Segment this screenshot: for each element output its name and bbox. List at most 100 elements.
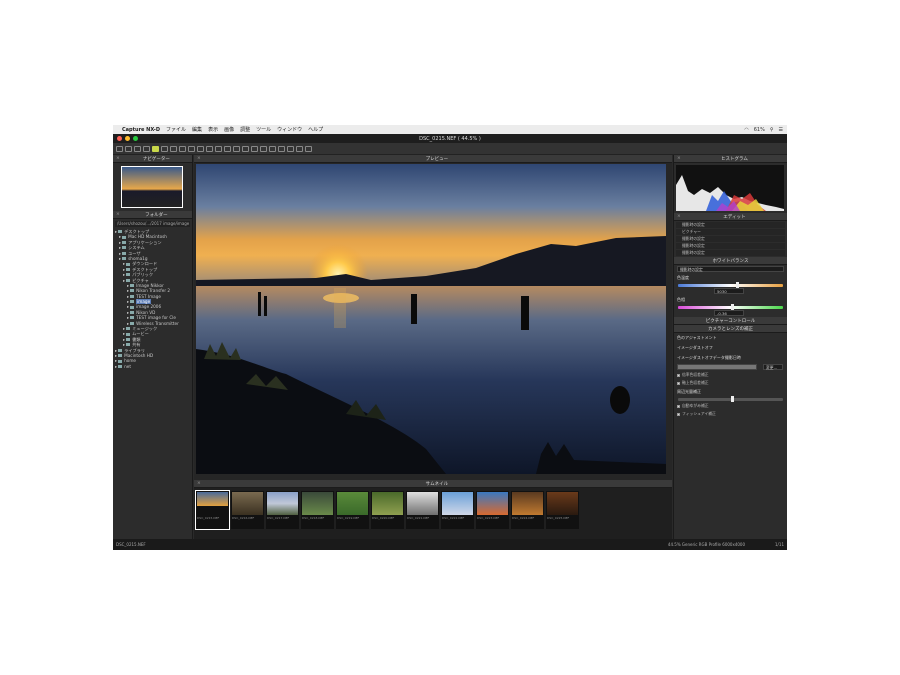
preview-image[interactable] <box>196 164 666 474</box>
thumbnail-caption: DSC_0225.NEF <box>547 516 570 520</box>
rating-icon[interactable] <box>305 145 312 152</box>
disclosure-triangle-icon[interactable]: ▸ <box>123 278 125 283</box>
change-button[interactable]: 変更... <box>763 364 783 370</box>
tint-slider[interactable] <box>678 304 783 310</box>
lens-correction-header[interactable]: カメラとレンズの補正 <box>674 325 787 333</box>
folder-icon[interactable] <box>116 145 123 152</box>
fisheye-label: フィッシュアイ補正 <box>682 411 716 416</box>
edit-row[interactable]: 撮影時の設定 <box>676 250 785 256</box>
disclosure-triangle-icon[interactable]: ▸ <box>127 321 129 326</box>
fisheye-checkbox[interactable]: フィッシュアイ補正 <box>674 410 787 418</box>
rotate-left-icon[interactable] <box>242 145 249 152</box>
thumbnail-view-icon[interactable] <box>152 145 159 152</box>
checkbox-box[interactable] <box>677 373 680 377</box>
mac-menubar: Capture NX-D ファイル 編集 表示 画像 調整 ツール ウィンドウ … <box>113 125 787 134</box>
thumbnail-image <box>197 492 228 515</box>
checkbox-box[interactable] <box>677 381 680 385</box>
filmstrip-thumbnail[interactable]: DSC_0216.NEF <box>231 491 264 529</box>
filmstrip-thumbnail[interactable]: DSC_0225.NEF <box>546 491 579 529</box>
forward-icon[interactable] <box>134 145 141 152</box>
menu-app-name[interactable]: Capture NX-D <box>122 127 160 133</box>
filmstrip-thumbnail[interactable]: DSC_0222.NEF <box>441 491 474 529</box>
fullscreen-icon[interactable] <box>170 145 177 152</box>
notification-icon[interactable]: ☰ <box>779 127 783 133</box>
folder-path[interactable]: /Users/shozou/.../2017 image/image <box>115 221 190 227</box>
folder-tree-item[interactable]: ▸ net <box>115 364 192 369</box>
temperature-value[interactable]: 5030 <box>714 288 744 294</box>
preview-title: プレビュー <box>425 156 449 162</box>
eyedropper-icon[interactable] <box>269 145 276 152</box>
filmstrip-thumbnail[interactable]: DSC_0220.NEF <box>371 491 404 529</box>
browser-icon[interactable] <box>143 145 150 152</box>
menu-edit[interactable]: 編集 <box>192 126 202 133</box>
close-panel-icon[interactable]: × <box>677 156 681 161</box>
vignette-knob[interactable] <box>730 396 734 402</box>
rotate-right-icon[interactable] <box>251 145 258 152</box>
filmstrip-thumbnail[interactable]: DSC_0224.NEF <box>511 491 544 529</box>
hand-icon[interactable] <box>260 145 267 152</box>
filmstrip-thumbnail[interactable]: DSC_0219.NEF <box>336 491 369 529</box>
close-panel-icon[interactable]: × <box>677 214 681 219</box>
brush-icon[interactable] <box>278 145 285 152</box>
dust-off-field[interactable] <box>677 364 757 370</box>
menu-view[interactable]: 表示 <box>208 126 218 133</box>
edit-row[interactable]: 撮影時の設定 <box>676 222 785 228</box>
thumbnail-image <box>232 492 263 515</box>
disclosure-triangle-icon[interactable]: ▸ <box>115 229 117 234</box>
menu-help[interactable]: ヘルプ <box>308 126 323 133</box>
crop-icon[interactable] <box>224 145 231 152</box>
menu-tools[interactable]: ツール <box>256 126 271 133</box>
close-panel-icon[interactable]: × <box>116 156 120 161</box>
edit-row[interactable]: 撮影時の設定 <box>676 236 785 242</box>
back-icon[interactable] <box>125 145 132 152</box>
edit-title: エディット <box>723 214 746 220</box>
vignette-slider[interactable] <box>678 396 783 402</box>
lateral-ca-checkbox[interactable]: 倍率色収差補正 <box>674 371 787 379</box>
close-panel-icon[interactable]: × <box>197 481 201 486</box>
menu-window[interactable]: ウィンドウ <box>277 126 302 133</box>
filmstrip-thumbnail[interactable]: DSC_0218.NEF <box>301 491 334 529</box>
thumbnail-caption: DSC_0215.NEF <box>197 516 220 520</box>
menu-image[interactable]: 画像 <box>224 126 234 133</box>
filmstrip-icon[interactable] <box>197 145 204 152</box>
status-bar: DSC_0215.NEF 44.5% Generic RGB Profile 6… <box>113 539 787 550</box>
disclosure-triangle-icon[interactable]: ▸ <box>119 256 121 261</box>
folder-icon <box>130 305 135 309</box>
white-balance-header[interactable]: ホワイトバランス <box>674 257 787 265</box>
wifi-icon[interactable]: ◠ <box>744 127 748 133</box>
zoom-in-icon[interactable] <box>206 145 213 152</box>
close-panel-icon[interactable]: × <box>197 156 201 161</box>
grid-icon[interactable] <box>179 145 186 152</box>
filmstrip-thumbnail[interactable]: DSC_0215.NEF <box>195 490 230 530</box>
thumbnail-caption: DSC_0218.NEF <box>302 516 325 520</box>
filmstrip-thumbnail[interactable]: DSC_0221.NEF <box>406 491 439 529</box>
tint-knob[interactable] <box>730 304 734 310</box>
wb-mode-select[interactable]: 撮影時の設定 <box>677 266 784 272</box>
edit-row[interactable]: ピクチャー <box>676 229 785 235</box>
temperature-slider[interactable] <box>678 282 783 288</box>
filmstrip-thumbnail[interactable]: DSC_0217.NEF <box>266 491 299 529</box>
axial-ca-checkbox[interactable]: 軸上色収差補正 <box>674 379 787 387</box>
edit-row[interactable]: 撮影時の設定 <box>676 243 785 249</box>
checkbox-box[interactable] <box>677 404 680 408</box>
disclosure-triangle-icon[interactable]: ▸ <box>115 364 117 369</box>
navigator-thumbnail[interactable] <box>121 166 183 208</box>
auto-retouch-icon[interactable] <box>287 145 294 152</box>
zoom-out-icon[interactable] <box>215 145 222 152</box>
list-icon[interactable] <box>188 145 195 152</box>
temperature-knob[interactable] <box>735 282 739 288</box>
tint-value[interactable]: -0.36 <box>714 310 744 316</box>
folder-icon <box>122 257 127 261</box>
auto-distortion-checkbox[interactable]: 自動ゆがみ補正 <box>674 402 787 410</box>
filmstrip-thumbnail[interactable]: DSC_0223.NEF <box>476 491 509 529</box>
close-panel-icon[interactable]: × <box>116 212 120 217</box>
picture-control-header[interactable]: ピクチャーコントロール <box>674 317 787 325</box>
spotlight-icon[interactable]: ⚲ <box>770 127 774 133</box>
compare-icon[interactable] <box>161 145 168 152</box>
menu-file[interactable]: ファイル <box>166 126 186 133</box>
straighten-icon[interactable] <box>233 145 240 152</box>
menu-adjust[interactable]: 調整 <box>240 126 250 133</box>
filter-icon[interactable] <box>296 145 303 152</box>
checkbox-box[interactable] <box>677 412 680 416</box>
thumbnail-caption: DSC_0220.NEF <box>372 516 395 520</box>
